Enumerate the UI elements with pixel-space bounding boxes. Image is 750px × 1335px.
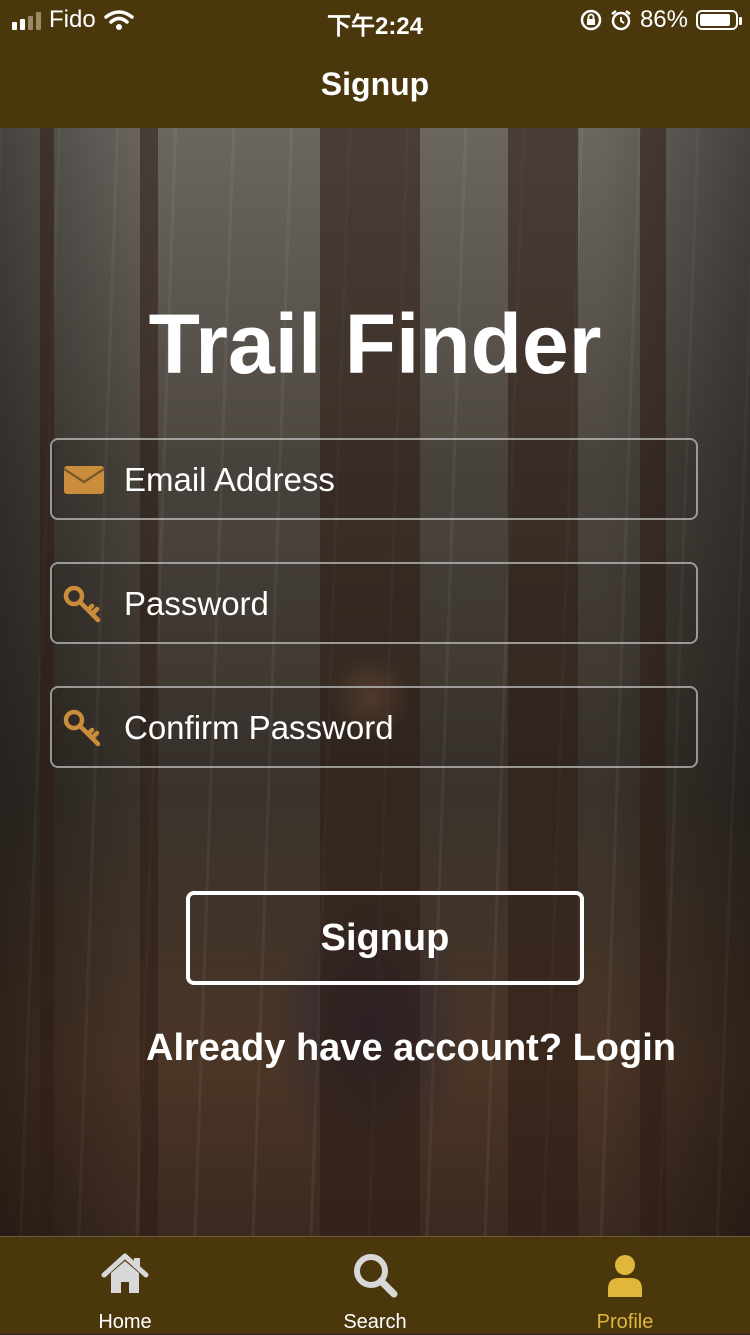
status-right-group: 86% <box>580 6 742 34</box>
home-icon <box>101 1253 149 1293</box>
tab-bar: Home Search Profile <box>0 1236 750 1334</box>
tab-home[interactable]: Home <box>0 1237 250 1335</box>
password-field[interactable] <box>50 562 698 644</box>
battery-percent: 86% <box>639 6 688 33</box>
tree-trunk <box>40 128 54 1236</box>
email-input[interactable] <box>122 440 686 520</box>
key-icon <box>63 709 101 747</box>
orientation-lock-icon <box>580 9 602 31</box>
alarm-icon <box>611 10 631 31</box>
password-input[interactable] <box>122 564 686 644</box>
email-field[interactable] <box>50 438 698 520</box>
tab-label-search: Search <box>343 1311 407 1333</box>
tab-label-profile: Profile <box>596 1311 654 1333</box>
battery-icon <box>696 10 742 30</box>
user-icon <box>608 1255 642 1297</box>
tab-search[interactable]: Search <box>250 1237 500 1335</box>
status-bar: Fido 下午2:24 86% <box>0 0 750 40</box>
signup-button[interactable]: Signup <box>186 891 584 985</box>
login-link[interactable]: Already have account? Login <box>146 1027 676 1070</box>
confirm-password-input[interactable] <box>122 688 686 768</box>
confirm-password-field[interactable] <box>50 686 698 768</box>
search-icon <box>354 1254 398 1298</box>
envelope-icon <box>63 466 105 494</box>
nav-bar: Signup <box>0 40 750 128</box>
key-icon <box>63 585 101 623</box>
nav-title: Signup <box>320 65 430 102</box>
app-title: Trail Finder <box>148 297 602 391</box>
tab-label-home: Home <box>98 1311 152 1333</box>
tab-profile[interactable]: Profile <box>500 1237 750 1335</box>
background-photo: Trail Finder Signup Already have account… <box>0 128 750 1236</box>
